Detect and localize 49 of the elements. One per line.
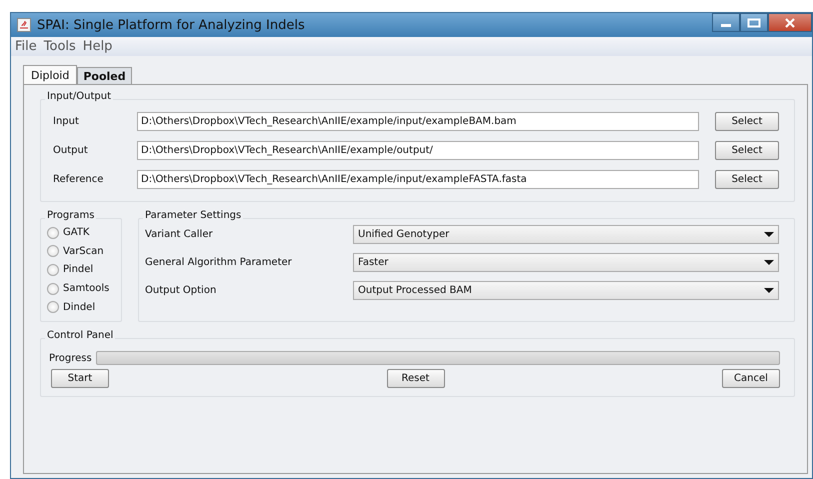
action-button[interactable]: Reset: [386, 369, 444, 388]
window-title: SPAI: Single Platform for Analyzing Indels: [37, 18, 306, 32]
caret-icon: [764, 232, 774, 238]
menu-item[interactable]: File: [15, 39, 37, 54]
caret-icon: [764, 260, 774, 266]
radio-label: Dindel: [63, 302, 96, 313]
caret-icon: [764, 288, 774, 294]
radio-button[interactable]: [47, 282, 59, 295]
radio-label: GATK: [63, 227, 90, 238]
maximize-button[interactable]: [740, 13, 768, 32]
close-button[interactable]: [768, 13, 812, 32]
dropdown[interactable]: Faster: [353, 253, 779, 272]
tab[interactable]: Pooled: [77, 67, 132, 84]
minimize-icon: [721, 24, 731, 27]
select-button[interactable]: Select: [715, 141, 779, 160]
select-button[interactable]: Select: [715, 112, 779, 131]
setting-label: Output Option: [145, 285, 218, 296]
select-button[interactable]: Select: [715, 170, 779, 189]
app-icon: [17, 18, 31, 32]
radio-label: Samtools: [63, 283, 110, 294]
radio-button[interactable]: [47, 264, 59, 276]
radio-label: VarScan: [63, 246, 104, 257]
path-field[interactable]: D:\Others\Dropbox\VTech_Research\AnIIE/example/output/: [137, 141, 699, 160]
setting-label: Variant Caller: [145, 229, 214, 240]
setting-label: General Algorithm Parameter: [145, 257, 293, 268]
action-button[interactable]: Cancel: [722, 369, 780, 388]
dropdown[interactable]: Output Processed BAM: [353, 281, 779, 300]
dropdown[interactable]: Unified Genotyper: [353, 225, 779, 244]
progress-label: Progress: [49, 352, 92, 364]
close-icon: [784, 18, 796, 28]
radio-button[interactable]: [47, 226, 59, 239]
menu-item[interactable]: Tools: [44, 39, 76, 54]
group-title: Control Panel: [45, 330, 116, 341]
tab[interactable]: Diploid: [23, 65, 78, 84]
field-label: Input: [53, 116, 80, 127]
group-title: Parameter Settings: [143, 210, 244, 221]
radio-button[interactable]: [47, 245, 59, 258]
group-title: Input/Output: [45, 91, 113, 102]
minimize-button[interactable]: [712, 13, 740, 32]
field-label: Output: [53, 145, 89, 156]
radio-label: Pindel: [63, 264, 94, 276]
action-button[interactable]: Start: [51, 369, 109, 388]
menu-item[interactable]: Help: [82, 39, 112, 54]
radio-button[interactable]: [47, 301, 59, 314]
path-field[interactable]: D:\Others\Dropbox\VTech_Research\AnIIE/example/input/exampleFASTA.fasta: [137, 170, 699, 189]
maximize-icon: [747, 18, 761, 28]
group-title: Programs: [45, 210, 96, 221]
field-label: Reference: [53, 174, 104, 185]
path-field[interactable]: D:\Others\Dropbox\VTech_Research\AnIIE/example/input/exampleBAM.bam: [137, 112, 699, 131]
